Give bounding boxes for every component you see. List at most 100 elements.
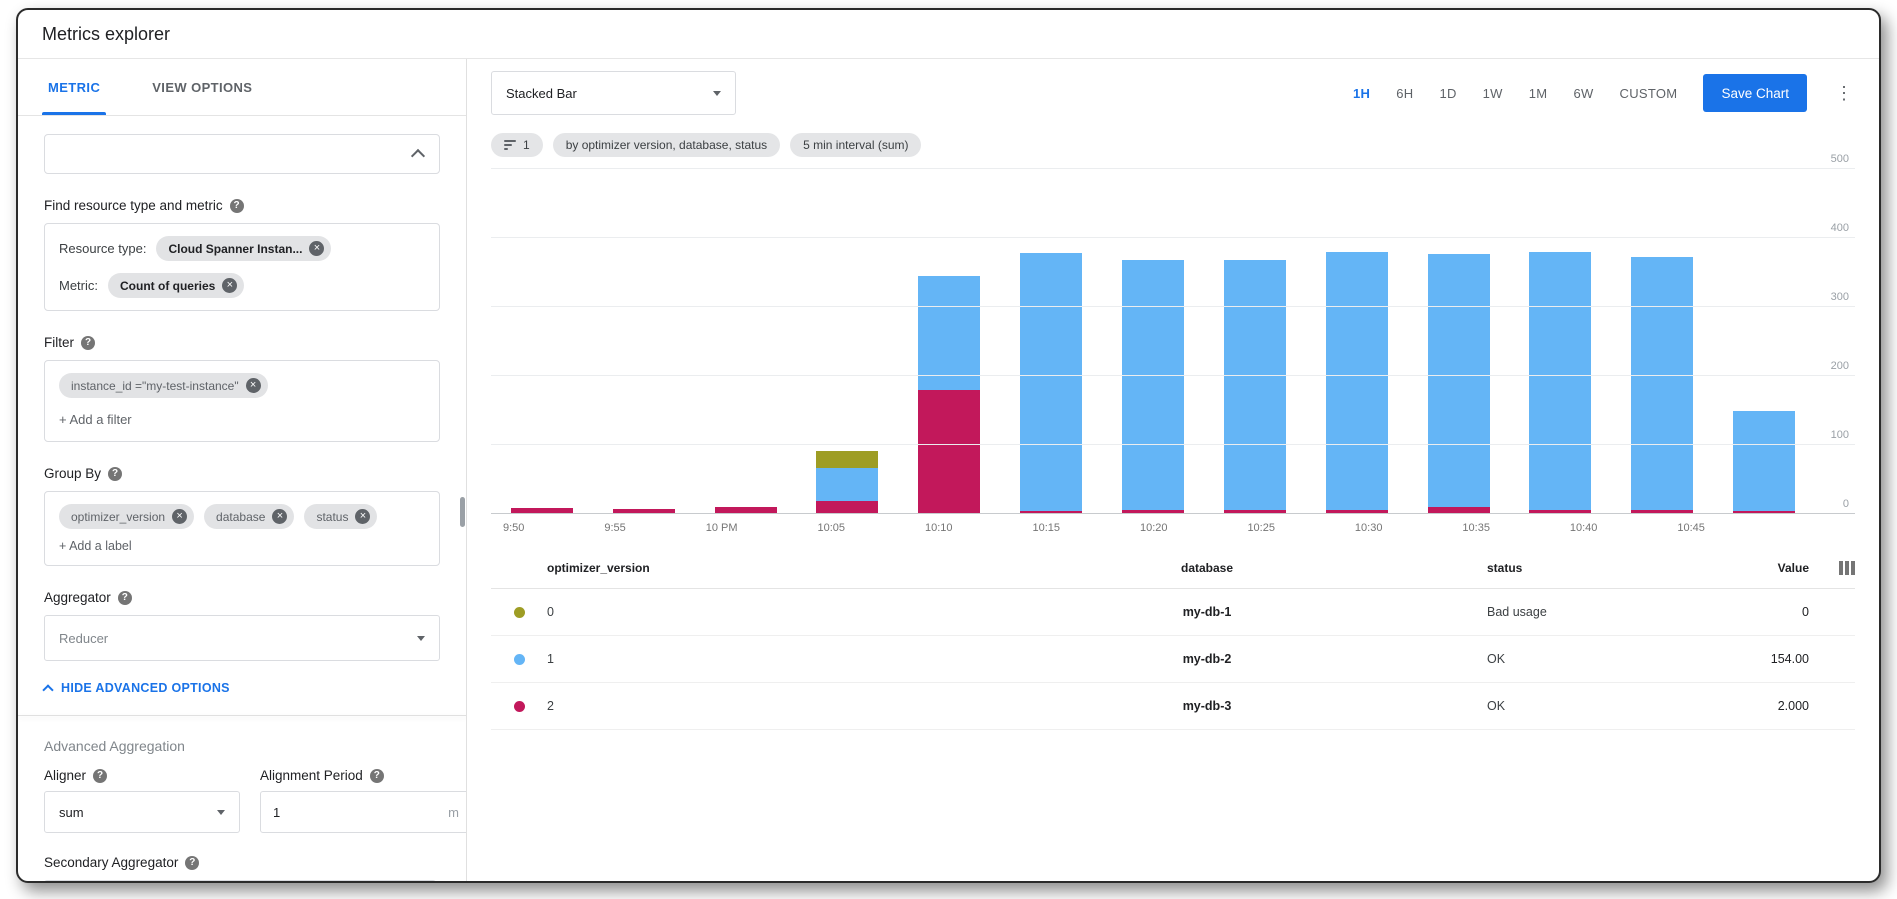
- bar-5[interactable]: [1020, 169, 1082, 514]
- filter-box: instance_id ="my-test-instance" + Add a …: [44, 360, 440, 442]
- col-optimizer-version[interactable]: optimizer_version: [547, 561, 927, 575]
- gridline-300: [491, 306, 1855, 307]
- toolbar-right: 1H 6H 1D 1W 1M 6W CUSTOM Save Chart: [1353, 74, 1855, 112]
- bar-9[interactable]: [1428, 169, 1490, 514]
- add-label-link[interactable]: + Add a label: [59, 539, 132, 553]
- y-tick-label: 300: [1831, 291, 1849, 303]
- metric-panel-body: Find resource type and metric Resource t…: [18, 116, 466, 881]
- help-icon[interactable]: [185, 856, 199, 870]
- cell-status: OK: [1487, 699, 1659, 713]
- alignment-period-input[interactable]: 1 m: [260, 791, 466, 833]
- bar-11[interactable]: [1631, 169, 1693, 514]
- time-range-custom[interactable]: CUSTOM: [1620, 86, 1678, 101]
- time-range-1d[interactable]: 1D: [1439, 86, 1456, 101]
- x-tick-label: 10:15: [1032, 522, 1060, 540]
- remove-metric-icon[interactable]: [222, 278, 237, 293]
- help-icon[interactable]: [118, 591, 132, 605]
- tab-view-options[interactable]: VIEW OPTIONS: [152, 59, 252, 115]
- x-tick-label: 9:55: [604, 522, 625, 540]
- chart-plot: 0100200300400500: [491, 169, 1855, 514]
- more-options-icon[interactable]: [1833, 83, 1855, 104]
- series-color-dot: [514, 654, 525, 665]
- x-tick-label: 10:35: [1462, 522, 1490, 540]
- bar-8[interactable]: [1326, 169, 1388, 514]
- legend-row-1[interactable]: 1my-db-2OK154.00: [491, 636, 1855, 683]
- remove-chip-icon[interactable]: [272, 509, 287, 524]
- series-color-dot: [514, 701, 525, 712]
- bar-4[interactable]: [918, 169, 980, 514]
- bar-segment-optimizer_version-1: [1122, 260, 1184, 510]
- chart-header-chips: 1 by optimizer version, database, status…: [467, 127, 1879, 157]
- col-value[interactable]: Value: [1659, 561, 1809, 575]
- bar-0[interactable]: [511, 169, 573, 514]
- aligner-select[interactable]: sum: [44, 791, 240, 833]
- interval-summary-chip[interactable]: 5 min interval (sum): [790, 133, 921, 157]
- bar-1[interactable]: [613, 169, 675, 514]
- legend-row-0[interactable]: 0my-db-1Bad usage0: [491, 589, 1855, 636]
- col-status[interactable]: status: [1487, 561, 1659, 575]
- chevron-up-icon[interactable]: [411, 149, 425, 163]
- chart-toolbar: Stacked Bar 1H 6H 1D 1W 1M 6W CUSTOM Save Char…: [467, 59, 1879, 127]
- bar-segment-optimizer_version-1: [1733, 411, 1795, 512]
- find-metric-label: Find resource type and metric: [44, 198, 440, 213]
- remove-filter-icon[interactable]: [246, 378, 261, 393]
- group-by-label-text: Group By: [44, 466, 101, 481]
- group-by-chip-database[interactable]: database: [204, 504, 294, 529]
- bar-3[interactable]: [816, 169, 878, 514]
- bar-10[interactable]: [1529, 169, 1591, 514]
- alignment-period-unit: m: [448, 805, 459, 820]
- help-icon[interactable]: [370, 769, 384, 783]
- aligner-label: Aligner: [44, 768, 86, 783]
- bar-segment-optimizer_version-1: [1326, 252, 1388, 510]
- remove-chip-icon[interactable]: [172, 509, 187, 524]
- time-range-1m[interactable]: 1M: [1529, 86, 1548, 101]
- remove-resource-icon[interactable]: [309, 241, 324, 256]
- x-tick-label: 9:50: [503, 522, 524, 540]
- cell-database: my-db-1: [927, 605, 1487, 619]
- resource-metric-box: Resource type: Cloud Spanner Instan... M…: [44, 223, 440, 311]
- bar-2[interactable]: [715, 169, 777, 514]
- help-icon[interactable]: [230, 199, 244, 213]
- group-by-chip-status[interactable]: status: [304, 504, 377, 529]
- chart-area: Stacked Bar 1H 6H 1D 1W 1M 6W CUSTOM Save Char…: [467, 59, 1879, 881]
- remove-chip-icon[interactable]: [355, 509, 370, 524]
- time-range-1h[interactable]: 1H: [1353, 86, 1370, 101]
- help-icon[interactable]: [108, 467, 122, 481]
- group-by-summary-chip[interactable]: by optimizer version, database, status: [553, 133, 780, 157]
- page-header: Metrics explorer: [18, 10, 1879, 59]
- x-tick-label: 10:30: [1355, 522, 1383, 540]
- filter-count-chip[interactable]: 1: [491, 133, 543, 157]
- dropdown-arrow-icon: [713, 91, 721, 96]
- x-tick-label: 10:40: [1570, 522, 1598, 540]
- save-chart-button[interactable]: Save Chart: [1703, 74, 1807, 112]
- find-metric-label-text: Find resource type and metric: [44, 198, 223, 213]
- help-icon[interactable]: [93, 769, 107, 783]
- col-database[interactable]: database: [927, 561, 1487, 575]
- legend-row-2[interactable]: 2my-db-3OK2.000: [491, 683, 1855, 730]
- chart-type-select[interactable]: Stacked Bar: [491, 71, 736, 115]
- hide-advanced-options-link[interactable]: HIDE ADVANCED OPTIONS: [44, 681, 440, 695]
- bar-12[interactable]: [1733, 169, 1795, 514]
- add-filter-link[interactable]: + Add a filter: [59, 412, 132, 427]
- time-range-6w[interactable]: 6W: [1573, 86, 1593, 101]
- chip-label: Count of queries: [120, 279, 215, 293]
- y-tick-label: 400: [1831, 222, 1849, 234]
- legend-rows: 0my-db-1Bad usage01my-db-2OK154.002my-db…: [491, 589, 1855, 730]
- time-range-1w[interactable]: 1W: [1483, 86, 1503, 101]
- bar-6[interactable]: [1122, 169, 1184, 514]
- time-range-6h[interactable]: 6H: [1396, 86, 1413, 101]
- tab-metric[interactable]: METRIC: [48, 59, 100, 115]
- group-by-chip-optimizer_version[interactable]: optimizer_version: [59, 504, 194, 529]
- legend-table: optimizer_version database status Value …: [491, 548, 1855, 730]
- secondary-aggregator-select[interactable]: none: [44, 880, 436, 881]
- metric-collapse-header[interactable]: [44, 134, 440, 174]
- columns-icon[interactable]: [1839, 561, 1855, 575]
- filter-chip[interactable]: instance_id ="my-test-instance": [59, 373, 268, 398]
- aggregator-select[interactable]: Reducer: [44, 615, 440, 661]
- dropdown-arrow-icon: [417, 636, 425, 641]
- resource-type-chip[interactable]: Cloud Spanner Instan...: [156, 236, 331, 261]
- help-icon[interactable]: [81, 336, 95, 350]
- bar-segment-optimizer_version-1: [1020, 253, 1082, 510]
- bar-7[interactable]: [1224, 169, 1286, 514]
- metric-chip[interactable]: Count of queries: [108, 273, 244, 298]
